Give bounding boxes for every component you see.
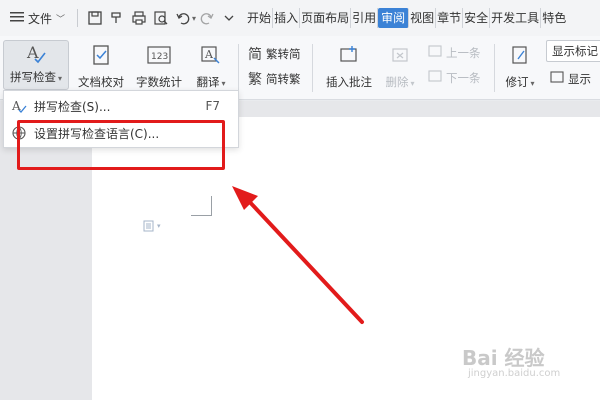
menu-item-spell-check[interactable]: A 拼写检查(S)... F7 bbox=[4, 93, 238, 119]
doc-proofread-button[interactable]: 文档校对 bbox=[76, 42, 126, 90]
watermark-text: Bai 经验 bbox=[462, 346, 545, 370]
menu-item-label: 拼写检查(S)... bbox=[34, 99, 111, 114]
tab-9[interactable]: 特色 bbox=[541, 8, 567, 28]
file-menu-button[interactable]: 文件 ﹀ bbox=[4, 6, 71, 30]
tab-4[interactable]: 审阅 bbox=[378, 8, 410, 28]
divider bbox=[312, 44, 313, 92]
trad-to-simp-label: 繁转简 bbox=[266, 47, 301, 61]
paragraph-options-icon[interactable]: ▾ bbox=[143, 220, 161, 232]
format-painter-icon[interactable] bbox=[106, 7, 128, 29]
tab-8[interactable]: 开发工具 bbox=[490, 8, 542, 28]
trad-to-simp-button[interactable]: 简 繁转简 bbox=[248, 44, 301, 64]
margin-corner-mark bbox=[191, 196, 212, 216]
translate-button[interactable]: A 翻译 ▾ bbox=[190, 42, 232, 90]
undo-icon[interactable] bbox=[172, 7, 194, 29]
svg-text:A: A bbox=[204, 48, 214, 61]
tab-6[interactable]: 章节 bbox=[436, 8, 464, 28]
tab-7[interactable]: 安全 bbox=[463, 8, 491, 28]
menu-item-shortcut: F7 bbox=[205, 99, 220, 113]
spell-check-label: 拼写检查 bbox=[9, 70, 56, 84]
chevron-down-icon: ▾ bbox=[410, 79, 415, 88]
proofread-icon bbox=[88, 42, 114, 68]
tab-3[interactable]: 引用 bbox=[351, 8, 379, 28]
simp-char-icon: 繁 bbox=[248, 72, 262, 88]
menu-bar: 文件 ﹀ ▾ 开始 插入 页面布局 引用 审阅 视图 章节 安全 开发工具 特色 bbox=[0, 0, 600, 36]
spell-check-button[interactable]: A 拼写检查 ▾ bbox=[3, 40, 69, 90]
watermark-logo: Bai 经验 jingyan.baidu.com bbox=[462, 342, 560, 379]
tab-0[interactable]: 开始 bbox=[246, 8, 274, 28]
spell-check-icon: A bbox=[23, 41, 49, 67]
prev-comment-button[interactable]: 上一条 bbox=[428, 44, 481, 61]
word-count-label: 字数统计 bbox=[136, 75, 182, 89]
chevron-down-icon: ▾ bbox=[221, 79, 226, 88]
tab-1[interactable]: 插入 bbox=[273, 8, 301, 28]
translate-label: 翻译 bbox=[196, 75, 220, 89]
prev-comment-label: 上一条 bbox=[446, 45, 481, 60]
next-comment-label: 下一条 bbox=[446, 70, 481, 85]
chevron-down-icon: ﹀ bbox=[56, 14, 66, 25]
divider bbox=[238, 44, 239, 92]
simp-to-trad-label: 简转繁 bbox=[266, 72, 301, 86]
chevron-down-icon: ▾ bbox=[57, 74, 62, 83]
word-count-icon-text: 123 bbox=[151, 52, 168, 62]
translate-icon: A bbox=[198, 42, 224, 68]
spell-check-icon: A bbox=[4, 98, 34, 114]
show-label: 显示 bbox=[568, 71, 591, 86]
watermark-subtext: jingyan.baidu.com bbox=[468, 368, 561, 379]
word-count-icon: 123 bbox=[146, 42, 172, 68]
highlight-box bbox=[17, 120, 225, 170]
insert-comment-label: 插入批注 bbox=[326, 75, 372, 89]
save-icon[interactable] bbox=[84, 7, 106, 29]
doc-proofread-label: 文档校对 bbox=[78, 75, 124, 89]
print-icon[interactable] bbox=[128, 7, 150, 29]
trad-char-icon: 简 bbox=[248, 47, 262, 63]
tab-5[interactable]: 视图 bbox=[409, 8, 437, 28]
insert-comment-button[interactable]: 插入批注 bbox=[322, 42, 376, 90]
show-markup-label: 显示标记 bbox=[552, 44, 598, 58]
chevron-down-icon: ▾ bbox=[530, 79, 535, 88]
show-markup-select[interactable]: 显示标记 bbox=[546, 40, 600, 62]
comment-icon bbox=[336, 42, 362, 68]
svg-text:A: A bbox=[26, 43, 39, 62]
file-menu-label: 文件 bbox=[28, 11, 53, 26]
hamburger-icon bbox=[10, 11, 24, 26]
divider bbox=[77, 9, 79, 27]
print-preview-icon[interactable] bbox=[150, 7, 172, 29]
track-changes-button[interactable]: 修订 ▾ bbox=[500, 42, 540, 90]
track-changes-label: 修订 bbox=[505, 75, 529, 89]
customize-toolbar-icon[interactable] bbox=[218, 7, 240, 29]
delete-icon bbox=[387, 42, 413, 68]
prev-comment-icon bbox=[428, 44, 442, 61]
show-button[interactable]: 显示 bbox=[550, 70, 591, 87]
track-changes-icon bbox=[507, 42, 533, 68]
ribbon-tabs: 开始 插入 页面布局 引用 审阅 视图 章节 安全 开发工具 特色 bbox=[246, 6, 567, 30]
show-icon bbox=[550, 70, 564, 87]
delete-comment-button[interactable]: 删除 ▾ bbox=[380, 42, 420, 90]
word-count-button[interactable]: 123 字数统计 bbox=[134, 42, 184, 90]
delete-label: 删除 bbox=[385, 75, 409, 89]
simp-to-trad-button[interactable]: 繁 简转繁 bbox=[248, 69, 301, 89]
redo-icon[interactable] bbox=[196, 7, 218, 29]
tab-2[interactable]: 页面布局 bbox=[300, 8, 352, 28]
next-comment-button[interactable]: 下一条 bbox=[428, 69, 481, 86]
next-comment-icon bbox=[428, 69, 442, 86]
divider bbox=[494, 44, 495, 92]
